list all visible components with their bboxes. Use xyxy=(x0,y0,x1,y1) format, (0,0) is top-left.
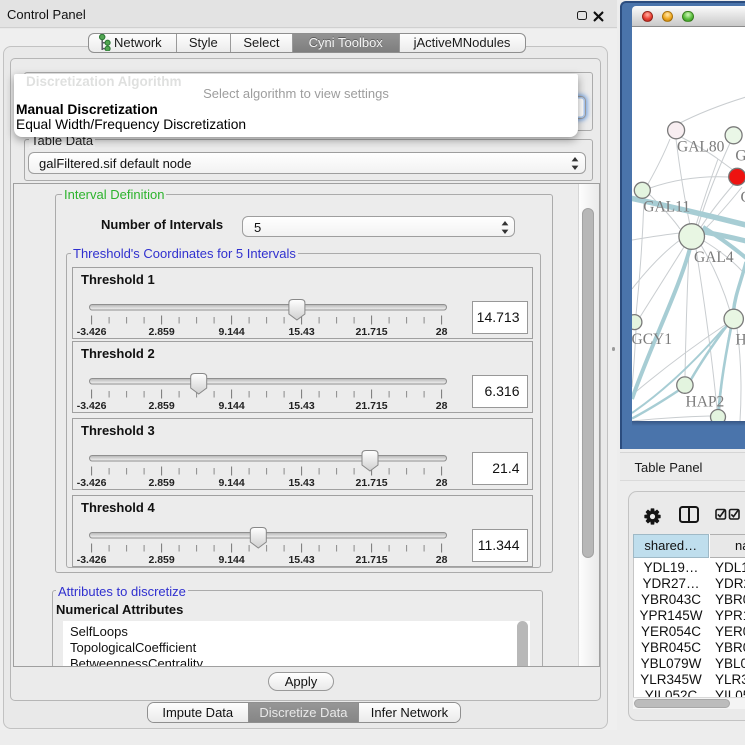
svg-text:21.715: 21.715 xyxy=(356,477,388,489)
svg-text:28: 28 xyxy=(436,326,448,338)
svg-text:GAL11: GAL11 xyxy=(643,198,690,215)
svg-text:28: 28 xyxy=(436,554,448,566)
svg-text:9.144: 9.144 xyxy=(218,554,244,566)
svg-text:2.859: 2.859 xyxy=(148,400,174,412)
svg-text:-3.426: -3.426 xyxy=(77,477,107,489)
svg-text:15.43: 15.43 xyxy=(288,400,314,412)
svg-text:GAL4: GAL4 xyxy=(694,249,734,266)
svg-text:-3.426: -3.426 xyxy=(77,326,107,338)
svg-text:15.43: 15.43 xyxy=(288,326,314,338)
svg-text:H: H xyxy=(735,331,745,348)
svg-text:9.144: 9.144 xyxy=(218,326,244,338)
svg-text:HAP2: HAP2 xyxy=(686,393,725,410)
svg-text:21.715: 21.715 xyxy=(356,400,388,412)
svg-text:28: 28 xyxy=(436,477,448,489)
svg-text:21.715: 21.715 xyxy=(356,326,388,338)
svg-text:GA: GA xyxy=(735,147,745,164)
svg-text:9.144: 9.144 xyxy=(218,400,244,412)
svg-text:GAL80: GAL80 xyxy=(677,138,725,155)
svg-text:28: 28 xyxy=(436,400,448,412)
svg-text:21.715: 21.715 xyxy=(356,554,388,566)
svg-text:15.43: 15.43 xyxy=(288,554,314,566)
svg-text:-3.426: -3.426 xyxy=(77,400,107,412)
svg-text:-3.426: -3.426 xyxy=(77,554,107,566)
svg-text:C: C xyxy=(741,189,745,206)
svg-text:2.859: 2.859 xyxy=(148,477,174,489)
svg-text:15.43: 15.43 xyxy=(288,477,314,489)
svg-text:2.859: 2.859 xyxy=(148,326,174,338)
svg-text:2.859: 2.859 xyxy=(148,554,174,566)
svg-text:GCY1: GCY1 xyxy=(632,331,672,348)
svg-text:9.144: 9.144 xyxy=(218,477,244,489)
